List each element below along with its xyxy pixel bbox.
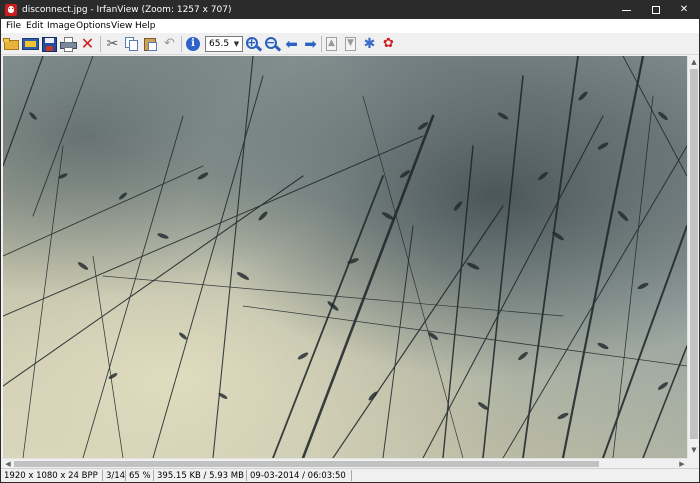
image-viewport[interactable] — [3, 56, 687, 458]
vertical-scrollbar[interactable]: ▲ ▼ — [687, 56, 699, 458]
settings-icon[interactable]: ✱ — [361, 36, 378, 52]
close-button[interactable]: ✕ — [669, 1, 699, 19]
next-arrow-icon[interactable]: ➡ — [302, 36, 319, 52]
undo-icon[interactable]: ↶ — [161, 36, 178, 52]
status-zoom: 65 % — [129, 471, 151, 481]
slideshow-icon[interactable] — [22, 36, 39, 52]
save-icon[interactable] — [41, 36, 58, 52]
close-icon: ✕ — [679, 4, 689, 15]
horizontal-scrollbar[interactable]: ◀ ▶ — [3, 458, 687, 468]
info-icon[interactable]: i — [185, 36, 202, 52]
zoom-combo[interactable]: 65.5 ▼ — [205, 36, 243, 52]
window-title: disconnect.jpg - IrfanView (Zoom: 1257 x… — [22, 5, 232, 15]
about-icon[interactable]: ✿ — [380, 36, 397, 52]
horizontal-scroll-thumb[interactable] — [14, 461, 599, 467]
status-bar: 1920 x 1080 x 24 BPP 3/14 65 % 395.15 KB… — [1, 468, 699, 482]
last-page-icon[interactable]: ▼ — [342, 36, 359, 52]
status-separator — [153, 470, 154, 481]
open-folder-icon[interactable] — [3, 36, 20, 52]
status-separator — [125, 470, 126, 481]
menu-image[interactable]: Image — [47, 20, 75, 32]
cut-icon[interactable]: ✂ — [104, 36, 121, 52]
minimize-icon — [622, 10, 631, 11]
grass-photo — [3, 56, 687, 458]
menu-view[interactable]: View — [111, 20, 132, 32]
irfanview-cat-icon[interactable] — [5, 4, 17, 16]
toolbar-separator — [321, 36, 322, 52]
scroll-down-icon[interactable]: ▼ — [688, 444, 699, 456]
scroll-up-icon[interactable]: ▲ — [688, 56, 699, 68]
toolbar-separator — [181, 36, 182, 52]
minimize-button[interactable] — [611, 1, 641, 19]
zoom-in-icon[interactable]: + — [245, 36, 263, 52]
menu-options[interactable]: Options — [76, 20, 111, 32]
menu-bar: File Edit Image Options View Help — [1, 19, 699, 33]
toolbar-separator — [100, 36, 101, 52]
first-page-icon[interactable]: ▲ — [323, 36, 340, 52]
chevron-down-icon[interactable]: ▼ — [232, 38, 241, 50]
status-dimensions: 1920 x 1080 x 24 BPP — [4, 471, 98, 481]
irfanview-window: disconnect.jpg - IrfanView (Zoom: 1257 x… — [0, 0, 700, 483]
vertical-scroll-thumb[interactable] — [690, 69, 698, 439]
menu-help[interactable]: Help — [135, 20, 156, 32]
paste-icon[interactable] — [142, 36, 159, 52]
zoom-out-icon[interactable]: − — [264, 36, 282, 52]
menu-file[interactable]: File — [6, 20, 21, 32]
scrollbar-corner — [687, 458, 699, 468]
title-bar[interactable]: disconnect.jpg - IrfanView (Zoom: 1257 x… — [1, 1, 699, 19]
print-icon[interactable] — [60, 36, 77, 52]
status-separator — [351, 470, 352, 481]
status-file-size: 395.15 KB / 5.93 MB — [157, 471, 244, 481]
previous-arrow-icon[interactable]: ⬅ — [283, 36, 300, 52]
status-separator — [102, 470, 103, 481]
delete-icon[interactable]: ✕ — [79, 36, 96, 52]
maximize-button[interactable] — [641, 1, 671, 19]
maximize-icon — [652, 6, 660, 14]
status-separator — [246, 470, 247, 481]
zoom-value: 65.5 — [209, 39, 230, 49]
copy-icon[interactable] — [123, 36, 140, 52]
status-index: 3/14 — [106, 471, 126, 481]
menu-edit[interactable]: Edit — [26, 20, 43, 32]
status-datetime: 09-03-2014 / 06:03:50 — [250, 471, 346, 481]
toolbar: ✕ ✂ ↶ i 65.5 ▼ + − ⬅ ➡ ▲ ▼ ✱ ✿ — [1, 33, 699, 55]
